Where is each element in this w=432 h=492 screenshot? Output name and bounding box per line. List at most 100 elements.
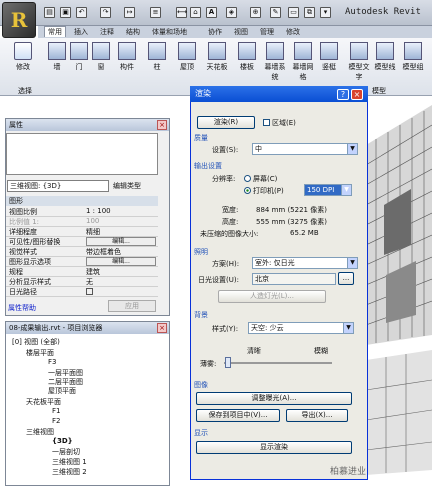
prop-value: 1 : 100 (86, 207, 111, 215)
export-button[interactable]: 导出(X)... (286, 409, 348, 422)
tree-node[interactable]: F3 (48, 358, 56, 366)
edit-type-button[interactable]: 编辑类型 (113, 181, 141, 191)
render-button[interactable]: 渲染(R) (197, 116, 255, 129)
dpi-select[interactable]: 150 DPI ▼ (304, 184, 352, 196)
tree-node[interactable]: 一层剖切 (52, 447, 80, 457)
close-icon[interactable]: × (157, 323, 167, 333)
window-button[interactable]: 窗 (88, 42, 114, 72)
align-icon[interactable]: ≡ (150, 7, 161, 18)
adjust-exposure-button[interactable]: 调整曝光(A)... (196, 392, 352, 405)
save-icon[interactable]: ▣ (60, 7, 71, 18)
tree-node[interactable]: 三维视图 1 (52, 457, 87, 467)
region-checkbox[interactable]: 区域(E) (263, 118, 296, 128)
background-style-select[interactable]: 天空: 少云 ▼ (248, 322, 354, 334)
lighting-scheme-select[interactable]: 室外: 仅日光 ▼ (252, 257, 358, 269)
sun-setting-browse-button[interactable]: ... (338, 272, 354, 285)
tab-insert[interactable]: 插入 (74, 27, 88, 37)
curtain-system-label: 幕墙系统 (264, 63, 286, 81)
thin-lines-icon[interactable]: ✎ (270, 7, 281, 18)
haze-slider-thumb[interactable] (225, 357, 231, 368)
redo-icon[interactable]: ↷ (100, 7, 111, 18)
mullion-button[interactable]: 竖梃 (316, 42, 342, 72)
modify-button[interactable]: 修改 (10, 42, 36, 72)
tree-node[interactable]: {3D} (52, 437, 73, 445)
artificial-lights-button[interactable]: 人造灯光(L)... (218, 290, 326, 303)
prop-key: 详细程度 (9, 228, 37, 236)
component-button[interactable]: 构件 (114, 42, 140, 72)
curtain-grid-button[interactable]: 幕墙网格 (290, 42, 316, 82)
close-icon[interactable]: × (157, 120, 167, 130)
scheme-value: 室外: 仅日光 (255, 259, 295, 267)
properties-help-link[interactable]: 属性帮助 (8, 303, 36, 313)
undo-icon[interactable]: ↶ (76, 7, 87, 18)
prop-key: 图形显示选项 (9, 258, 51, 266)
type-selector[interactable]: 三维视图: {3D} (7, 180, 109, 192)
tree-node[interactable]: [0] 视图 (全部) (12, 337, 60, 347)
prop-row[interactable]: 视图比例 1 : 100 (6, 207, 158, 217)
help-icon[interactable]: ? (337, 89, 349, 100)
tab-modify[interactable]: 修改 (286, 27, 300, 37)
ceiling-label: 天花板 (206, 63, 228, 71)
close-icon[interactable]: × (351, 89, 363, 100)
graphics-section-header[interactable]: 图形 (6, 196, 158, 206)
prop-key: 可见性/图形替换 (9, 238, 61, 246)
prop-row[interactable]: 规程 建筑 (6, 267, 158, 277)
tab-annotate[interactable]: 注释 (100, 27, 114, 37)
tab-collaborate[interactable]: 协作 (208, 27, 222, 37)
graphic-display-edit-button[interactable]: 编辑... (86, 257, 156, 266)
apply-button[interactable]: 应用 (108, 300, 156, 312)
tree-node[interactable]: F1 (52, 407, 60, 415)
text-icon[interactable]: A (206, 7, 217, 18)
printer-radio[interactable]: 打印机(P) (244, 186, 284, 196)
radio-selected-icon (244, 187, 251, 194)
ceiling-button[interactable]: 天花板 (204, 42, 230, 72)
switch-window-icon[interactable]: ▭ (288, 7, 299, 18)
prop-row[interactable]: 详细程度 精细 (6, 227, 158, 237)
floor-button[interactable]: 楼板 (234, 42, 260, 72)
tab-manage[interactable]: 管理 (260, 27, 274, 37)
roof-button[interactable]: 屋顶 (174, 42, 200, 72)
resolution-label: 分辨率: (212, 175, 236, 183)
wall-icon (48, 42, 66, 60)
tree-node[interactable]: 天花板平面 (26, 397, 61, 407)
prop-row[interactable]: 分析显示样式 无 (6, 277, 158, 287)
app-logo-button[interactable]: R (2, 2, 36, 38)
tree-node[interactable]: 三维视图 (26, 427, 54, 437)
prop-row[interactable]: 日光路径 (6, 287, 158, 297)
measure-icon[interactable]: ↦ (124, 7, 135, 18)
open-icon[interactable]: ▤ (44, 7, 55, 18)
show-render-button[interactable]: 显示渲染 (196, 441, 352, 454)
tab-view[interactable]: 视图 (234, 27, 248, 37)
dimension-icon[interactable]: ⟷ (176, 7, 187, 18)
modify-label: 修改 (16, 63, 30, 71)
visibility-edit-button[interactable]: 编辑... (86, 237, 156, 246)
column-button[interactable]: 柱 (144, 42, 170, 72)
model-text-button[interactable]: 模型文字 (346, 42, 372, 82)
sun-path-checkbox[interactable] (86, 288, 93, 295)
3d-view-icon[interactable]: ◈ (226, 7, 237, 18)
tab-massing-site[interactable]: 体量和场地 (152, 27, 187, 37)
quality-setting-label: 设置(S): (212, 146, 239, 154)
model-line-button[interactable]: 模型线 (372, 42, 398, 72)
tree-node[interactable]: 楼层平面 (26, 348, 54, 358)
width-label: 宽度: (222, 206, 239, 214)
haze-label: 薄雾: (200, 360, 217, 368)
tree-node[interactable]: F2 (52, 417, 60, 425)
prop-key: 规程 (9, 268, 23, 276)
building-3d-view (366, 105, 432, 345)
save-to-project-button[interactable]: 保存到项目中(V)... (196, 409, 280, 422)
model-group-button[interactable]: 模型组 (400, 42, 426, 72)
curtain-system-button[interactable]: 幕墙系统 (262, 42, 288, 82)
tree-node[interactable]: 三维视图 2 (52, 467, 87, 477)
hazy-label: 模糊 (314, 347, 328, 355)
tile-windows-icon[interactable]: ⧉ (304, 7, 315, 18)
tab-structure[interactable]: 结构 (126, 27, 140, 37)
screen-radio[interactable]: 屏幕(C) (244, 174, 277, 184)
customize-toolbar-icon[interactable]: ▾ (320, 7, 331, 18)
tree-node[interactable]: 屋顶平面 (48, 386, 76, 396)
prop-row[interactable]: 视觉样式 带边框着色 (6, 247, 158, 257)
tag-icon[interactable]: ⌂ (190, 7, 201, 18)
tab-home[interactable]: 常用 (44, 26, 66, 37)
quality-select[interactable]: 中 ▼ (252, 143, 358, 155)
section-icon[interactable]: ⊕ (250, 7, 261, 18)
